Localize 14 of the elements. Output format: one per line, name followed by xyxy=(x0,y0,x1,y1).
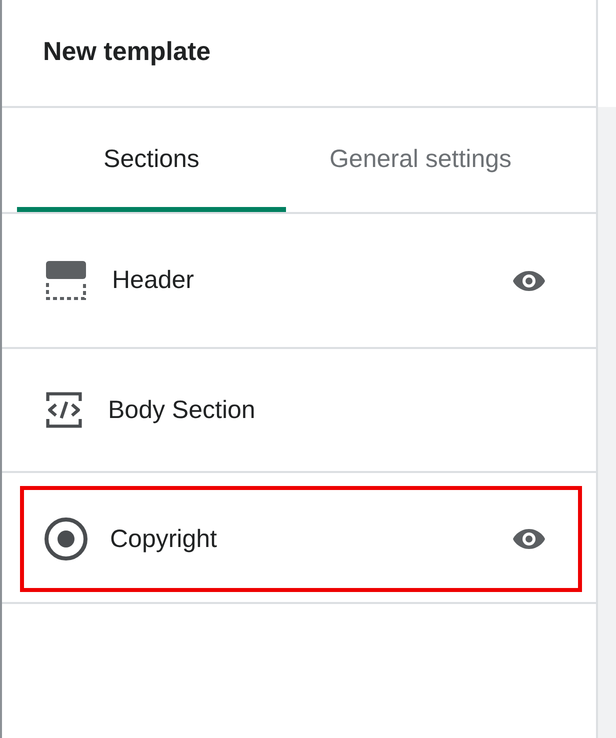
section-label: Body Section xyxy=(108,396,256,424)
code-icon xyxy=(46,392,82,428)
eye-icon[interactable] xyxy=(512,270,546,292)
radio-dot-icon xyxy=(44,517,88,561)
tab[interactable]: General settings xyxy=(286,108,555,212)
section-item[interactable]: Copyright xyxy=(20,486,582,592)
header-layout-icon xyxy=(46,260,86,300)
section-label: Copyright xyxy=(110,524,218,554)
section-label: Header xyxy=(112,266,195,295)
panel-title: New template xyxy=(43,36,211,66)
section-item[interactable]: Header xyxy=(20,228,582,334)
eye-icon[interactable] xyxy=(512,528,546,550)
tab[interactable]: Sections xyxy=(17,108,286,212)
section-item[interactable]: Body Section xyxy=(20,357,582,463)
